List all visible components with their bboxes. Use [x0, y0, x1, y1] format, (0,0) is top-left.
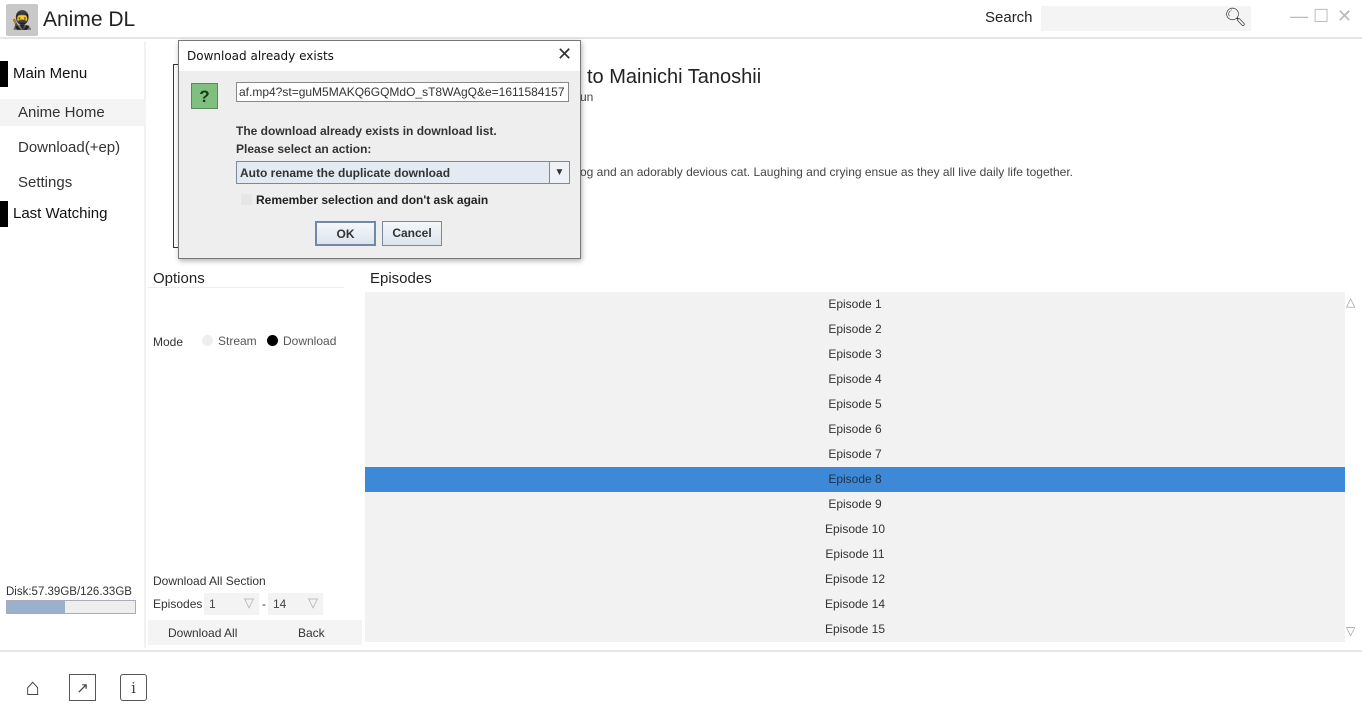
episode-row[interactable]: Episode 12	[365, 567, 1345, 592]
episode-from-select[interactable]: 1 ▽	[204, 593, 259, 615]
main-menu-heading: Main Menu	[0, 61, 146, 87]
ok-button[interactable]: OK	[315, 221, 376, 246]
divider	[148, 287, 344, 288]
dialog-message: The download already exists in download …	[236, 124, 497, 138]
episodes-range-label: Episodes	[153, 597, 203, 611]
episode-row[interactable]: Episode 3	[365, 342, 1345, 367]
duplicate-download-dialog: Download already exists ✕ ? af.mp4?st=gu…	[178, 40, 581, 259]
search-icon[interactable]: 🔍︎	[1224, 7, 1247, 28]
question-icon: ?	[191, 83, 218, 109]
anime-title: to Mainichi Tanoshii	[587, 66, 762, 88]
episode-list[interactable]: Episode 1 Episode 2 Episode 3 Episode 4 Epis…	[365, 292, 1345, 642]
episode-row[interactable]: Episode 6	[365, 417, 1345, 442]
download-all-button[interactable]: Download All	[168, 626, 237, 640]
app-logo-icon: 🥷	[6, 4, 38, 36]
episode-from-value: 1	[209, 597, 216, 611]
search-input[interactable]	[1041, 6, 1251, 31]
footer-toolbar	[0, 650, 1362, 720]
home-icon[interactable]: ⌂	[19, 674, 46, 701]
sidebar-item-anime-home[interactable]: Anime Home	[0, 99, 146, 126]
download-label[interactable]: Download	[283, 334, 336, 348]
open-window-icon[interactable]: ↗	[69, 674, 96, 701]
episode-row[interactable]: Episode 10	[365, 517, 1345, 542]
search-label: Search	[985, 9, 1033, 26]
chevron-down-icon: ▽	[244, 595, 254, 610]
episode-row[interactable]: Episode 14	[365, 592, 1345, 617]
dialog-close-icon[interactable]: ✕	[557, 44, 572, 65]
anime-subtitle: un	[580, 90, 594, 104]
episode-to-value: 14	[273, 597, 287, 611]
episodes-title: Episodes	[370, 270, 432, 287]
chevron-down-icon: ▽	[308, 595, 318, 610]
episode-row[interactable]: Episode 9	[365, 492, 1345, 517]
episode-row[interactable]: Episode 7	[365, 442, 1345, 467]
episode-row[interactable]: Episode 2	[365, 317, 1345, 342]
episode-row[interactable]: Episode 4	[365, 367, 1345, 392]
sidebar: Main Menu Anime Home Download(+ep) Setti…	[0, 42, 146, 648]
episode-row[interactable]: Episode 8	[365, 467, 1345, 492]
anime-description: og and an adorably devious cat. Laughing…	[580, 165, 1073, 179]
sidebar-item-settings[interactable]: Settings	[0, 169, 146, 196]
chevron-down-icon: ▼	[549, 162, 569, 183]
episode-row[interactable]: Episode 5	[365, 392, 1345, 417]
scroll-down-icon[interactable]: ▽	[1346, 624, 1355, 638]
remember-checkbox[interactable]	[241, 194, 252, 205]
remember-label[interactable]: Remember selection and don't ask again	[256, 193, 488, 207]
info-icon[interactable]: i	[120, 674, 147, 701]
stream-radio[interactable]	[202, 335, 213, 346]
dialog-prompt: Please select an action:	[236, 142, 372, 156]
episode-row[interactable]: Episode 15	[365, 617, 1345, 642]
dialog-title: Download already exists	[187, 49, 334, 63]
range-dash: -	[262, 597, 266, 611]
options-title: Options	[153, 270, 205, 287]
episode-row[interactable]: Episode 1	[365, 292, 1345, 317]
last-watching-heading[interactable]: Last Watching	[0, 201, 146, 227]
disk-usage-fill	[7, 601, 66, 613]
episode-to-select[interactable]: 14 ▽	[268, 593, 323, 615]
disk-usage-label: Disk:57.39GB/126.33GB	[6, 586, 132, 598]
download-url-field[interactable]: af.mp4?st=guM5MAKQ6GQMdO_sT8WAgQ&e=16115…	[236, 82, 569, 102]
minimize-icon[interactable]: —	[1290, 6, 1308, 27]
app-title: Anime DL	[43, 8, 136, 31]
scroll-up-icon[interactable]: △	[1346, 295, 1355, 309]
cancel-button[interactable]: Cancel	[382, 221, 442, 246]
sidebar-item-download[interactable]: Download(+ep)	[0, 134, 146, 161]
disk-usage-bar	[6, 600, 136, 614]
header: 🥷 Anime DL Search 🔍︎ — ☐ ✕	[0, 0, 1362, 39]
maximize-icon[interactable]: ☐	[1313, 6, 1329, 27]
back-button[interactable]: Back	[298, 626, 325, 640]
close-icon[interactable]: ✕	[1337, 6, 1352, 27]
action-select[interactable]: Auto rename the duplicate download ▼	[236, 161, 570, 184]
episode-row[interactable]: Episode 11	[365, 542, 1345, 567]
mode-label: Mode	[153, 335, 184, 349]
action-select-value: Auto rename the duplicate download	[240, 166, 451, 180]
stream-label[interactable]: Stream	[218, 334, 257, 348]
download-radio[interactable]	[267, 335, 278, 346]
download-all-section-title: Download All Section	[153, 574, 266, 588]
